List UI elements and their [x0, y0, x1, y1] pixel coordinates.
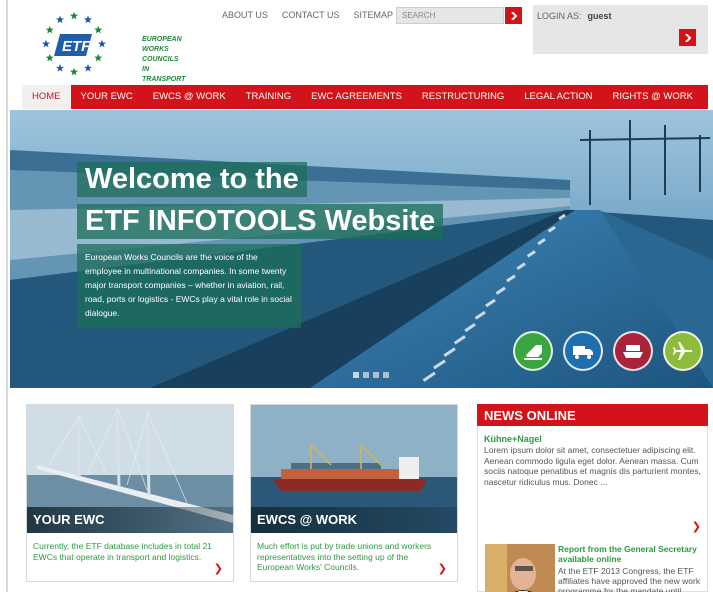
slider-dot[interactable] — [373, 372, 379, 378]
nav-item-legal-action[interactable]: LEGAL ACTION — [514, 85, 602, 109]
slider-dots — [353, 372, 389, 378]
hero-description: European Works Councils are the voice of… — [77, 244, 301, 328]
road-mode-button[interactable] — [563, 331, 603, 371]
login-panel: LOGIN AS: guest — [533, 5, 708, 54]
svg-text:ETF: ETF — [62, 38, 91, 55]
ship-icon — [623, 345, 643, 358]
nav-item-ewcs-at-work[interactable]: EWCS @ WORK — [143, 85, 236, 109]
page-left-border — [6, 0, 8, 592]
news-item-text: At the ETF 2013 Congress, the ETF affili… — [558, 566, 701, 592]
card-text: Much effort is put by trade unions and w… — [257, 541, 432, 572]
sitemap-link[interactable]: SITEMAP — [354, 10, 394, 20]
nav-item-training[interactable]: TRAINING — [236, 85, 301, 109]
hero-title-line2: ETF INFOTOOLS Website — [77, 204, 444, 239]
star-ring-icon: ETF — [42, 11, 106, 76]
slider-dot[interactable] — [383, 372, 389, 378]
news-item-text: Lorem ipsum dolor sit amet, consectetuer… — [484, 445, 701, 487]
search-input[interactable]: SEARCH — [396, 7, 504, 24]
logo-wordmark: EUROPEAN WORKS COUNCILS IN TRANSPORT — [142, 36, 186, 83]
bridge-image: YOUR EWC — [27, 405, 233, 533]
slider-dot[interactable] — [363, 372, 369, 378]
rail-mode-button[interactable] — [513, 331, 553, 371]
about-us-link[interactable]: ABOUT US — [222, 10, 268, 20]
search-submit-button[interactable] — [505, 7, 522, 24]
hero-banner: Welcome to the ETF INFOTOOLS Website Eur… — [10, 110, 713, 388]
news-panel: NEWS ONLINE Kühne+Nagel Lorem ipsum dolo… — [477, 404, 708, 592]
news-list: Kühne+Nagel Lorem ipsum dolor sit amet, … — [477, 426, 708, 592]
etf-logo[interactable]: ETF EUROPEAN WORKS COUNCILS IN TRANSPORT — [34, 8, 194, 83]
card-title: YOUR EWC — [27, 507, 233, 533]
nav-item-your-ewc[interactable]: YOUR EWC — [71, 85, 143, 109]
card-title: EWCS @ WORK — [251, 507, 457, 533]
contact-us-link[interactable]: CONTACT US — [282, 10, 340, 20]
slider-dot[interactable] — [353, 372, 359, 378]
nav-item-rights-at-work[interactable]: RIGHTS @ WORK — [603, 85, 703, 109]
chevron-right-icon — [684, 33, 691, 42]
nav-item-home[interactable]: HOME — [22, 85, 71, 109]
rail-icon — [524, 345, 542, 360]
nav-item-restructuring[interactable]: RESTRUCTURING — [412, 85, 514, 109]
hero-title-line1: Welcome to the — [77, 162, 307, 197]
chevron-right-icon[interactable]: ❯ — [214, 562, 223, 575]
plane-icon — [673, 342, 692, 360]
utility-links: ABOUT US CONTACT US SITEMAP — [222, 10, 393, 20]
truck-icon — [573, 346, 593, 359]
login-button[interactable] — [679, 29, 696, 46]
chevron-right-icon — [510, 11, 517, 20]
login-label: LOGIN AS: — [537, 11, 582, 21]
news-item-photo — [485, 544, 555, 592]
card-text: Currently, the ETF database includes in … — [33, 541, 212, 562]
news-heading: NEWS ONLINE — [477, 404, 708, 426]
maritime-mode-button[interactable] — [613, 331, 653, 371]
chevron-right-icon[interactable]: ❯ — [692, 520, 701, 533]
news-item-title[interactable]: Report from the General Secretary availa… — [558, 544, 703, 564]
your-ewc-card[interactable]: YOUR EWC Currently, the ETF database inc… — [26, 404, 234, 582]
container-ship-image: EWCS @ WORK — [251, 405, 457, 533]
aviation-mode-button[interactable] — [663, 331, 703, 371]
ewcs-at-work-card[interactable]: EWCS @ WORK Much effort is put by trade … — [250, 404, 458, 582]
news-item-title[interactable]: Kühne+Nagel — [484, 434, 542, 444]
nav-item-ewc-agreements[interactable]: EWC AGREEMENTS — [301, 85, 412, 109]
login-username: guest — [587, 11, 612, 21]
main-nav: HOME YOUR EWC EWCS @ WORK TRAINING EWC A… — [22, 85, 708, 109]
chevron-right-icon[interactable]: ❯ — [438, 562, 447, 575]
